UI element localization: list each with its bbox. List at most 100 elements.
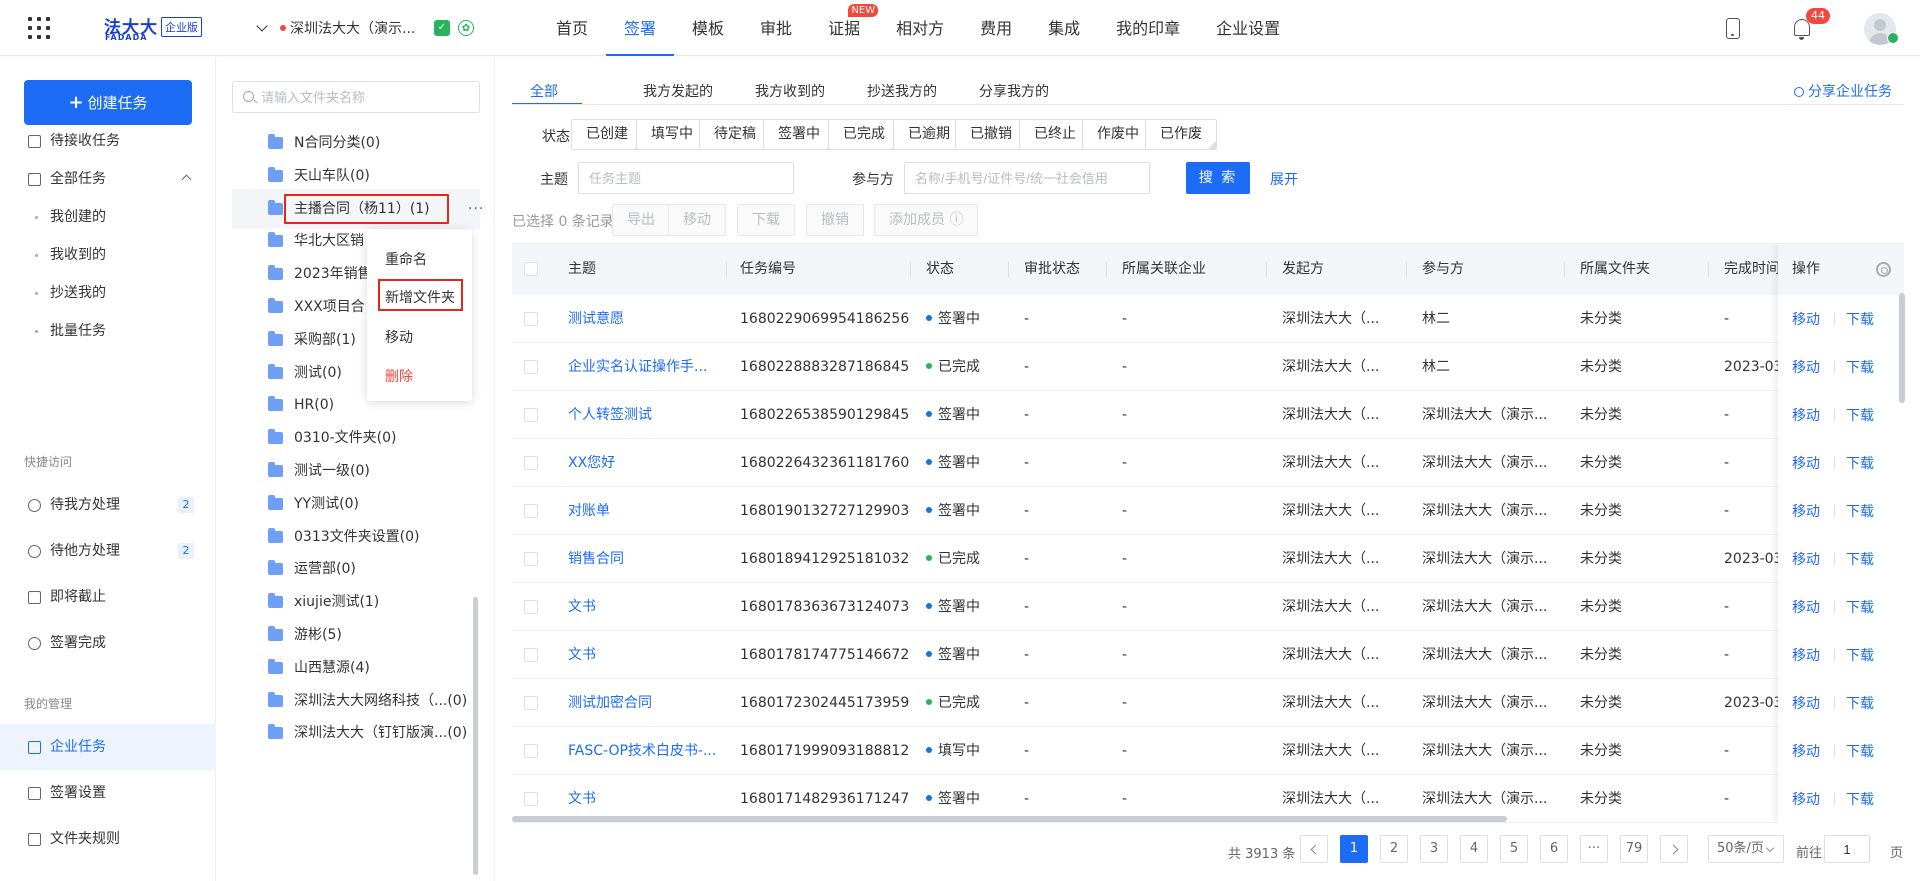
table-vertical-scrollbar[interactable] <box>1899 293 1905 403</box>
status-filter-chip[interactable]: 已完成 <box>828 119 900 150</box>
row-checkbox[interactable] <box>524 600 538 614</box>
share-enterprise-task-link[interactable]: 分享企业任务 <box>1794 81 1892 101</box>
move-link[interactable]: 移动 <box>1792 789 1820 809</box>
download-link[interactable]: 下载 <box>1846 741 1874 761</box>
delete-menu-item[interactable]: 删除 <box>385 366 413 386</box>
select-all-checkbox[interactable] <box>524 262 538 276</box>
folder-search-input[interactable] <box>261 82 475 112</box>
nav-item-7[interactable]: 集成 <box>1030 0 1098 56</box>
org-name[interactable]: 深圳法大大（演示... <box>290 18 415 38</box>
row-checkbox[interactable] <box>524 360 538 374</box>
table-row[interactable]: 测试加密合同 1680172302445173959 已完成 - - 深圳法大大（... 深… <box>512 679 1904 727</box>
nav-item-8[interactable]: 我的印章 <box>1098 0 1198 56</box>
rename-menu-item[interactable]: 重命名 <box>385 249 427 269</box>
move-link[interactable]: 移动 <box>1792 309 1820 329</box>
page-size-select[interactable]: 50条/页 <box>1708 835 1784 863</box>
nav-item-6[interactable]: 费用 <box>962 0 1030 56</box>
download-link[interactable]: 下载 <box>1846 597 1874 617</box>
sidebar-item-pending-mine[interactable]: 待我方处理 2 <box>0 485 216 525</box>
move-link[interactable]: 移动 <box>1792 549 1820 569</box>
page-button[interactable]: 4 <box>1460 835 1488 863</box>
page-button[interactable]: 5 <box>1500 835 1528 863</box>
sidebar-item-due-soon[interactable]: 即将截止 <box>0 577 216 617</box>
app-grid-icon[interactable] <box>28 17 50 39</box>
row-checkbox[interactable] <box>524 408 538 422</box>
sidebar-item-received[interactable]: 我收到的 <box>0 235 216 275</box>
cell-subject[interactable]: 企业实名认证操作手... <box>568 343 707 391</box>
cell-subject[interactable]: 对账单 <box>568 487 610 535</box>
sidebar-item-created-by-me[interactable]: 我创建的 <box>0 197 216 237</box>
download-link[interactable]: 下载 <box>1846 789 1874 809</box>
status-filter-chip[interactable]: 已撤销 <box>955 119 1027 150</box>
download-link[interactable]: 下载 <box>1846 501 1874 521</box>
table-row[interactable]: 文书 1680178363673124073 签署中 - - 深圳法大大（... 深圳法大大… <box>512 583 1904 631</box>
download-link[interactable]: 下载 <box>1846 309 1874 329</box>
table-row[interactable]: FASC-OP技术白皮书-... 1680171999093188812 填写中 - -… <box>512 727 1904 775</box>
status-filter-chip[interactable]: 填写中 <box>636 119 708 150</box>
row-checkbox[interactable] <box>524 456 538 470</box>
bulk-action-button[interactable]: 移动 <box>668 204 726 236</box>
status-filter-chip[interactable]: 已创建 <box>571 119 643 150</box>
cell-subject[interactable]: 文书 <box>568 631 596 679</box>
table-row[interactable]: 个人转签测试 1680226538590129845 签署中 - - 深圳法大大（... 深… <box>512 391 1904 439</box>
cell-subject[interactable]: 测试加密合同 <box>568 679 652 727</box>
folder-item[interactable]: 深圳法大大（钉钉版演...(0) <box>232 713 480 753</box>
page-button[interactable]: ··· <box>1580 835 1608 863</box>
sidebar-item-pending-receive[interactable]: 待接收任务 <box>0 121 216 161</box>
row-checkbox[interactable] <box>524 744 538 758</box>
chevron-up-icon[interactable] <box>181 174 192 185</box>
move-link[interactable]: 移动 <box>1792 357 1820 377</box>
goto-page-input[interactable] <box>1824 835 1870 863</box>
cell-subject[interactable]: 个人转签测试 <box>568 391 652 439</box>
nav-item-0[interactable]: 首页 <box>538 0 606 56</box>
nav-item-4[interactable]: 证据 NEW <box>810 0 879 56</box>
table-row[interactable]: 文书 1680178174775146672 签署中 - - 深圳法大大（... 深圳法大大… <box>512 631 1904 679</box>
org-switch-chevron-icon[interactable] <box>256 20 268 32</box>
page-button[interactable]: 2 <box>1380 835 1408 863</box>
cell-subject[interactable]: FASC-OP技术白皮书-... <box>568 727 716 775</box>
download-link[interactable]: 下载 <box>1846 453 1874 473</box>
sidebar-item-folder-rules[interactable]: 文件夹规则 <box>0 816 216 862</box>
tab-1[interactable]: 我方发起的 <box>643 81 713 101</box>
folder-list-scrollbar[interactable] <box>473 597 478 875</box>
download-link[interactable]: 下载 <box>1846 549 1874 569</box>
tab-4[interactable]: 分享我方的 <box>979 81 1049 101</box>
move-link[interactable]: 移动 <box>1792 501 1820 521</box>
nav-item-1[interactable]: 签署 <box>606 0 675 56</box>
next-page-button[interactable] <box>1660 835 1688 863</box>
participant-input[interactable] <box>904 162 1150 194</box>
download-link[interactable]: 下载 <box>1846 645 1874 665</box>
page-button[interactable]: 1 <box>1340 835 1368 863</box>
move-link[interactable]: 移动 <box>1792 405 1820 425</box>
row-checkbox[interactable] <box>524 504 538 518</box>
expand-filters-link[interactable]: 展开 <box>1270 169 1298 189</box>
download-link[interactable]: 下载 <box>1846 357 1874 377</box>
page-button[interactable]: 79 <box>1620 835 1648 863</box>
page-button[interactable]: 6 <box>1540 835 1568 863</box>
nav-item-5[interactable]: 相对方 <box>878 0 962 56</box>
move-link[interactable]: 移动 <box>1792 597 1820 617</box>
subject-input[interactable] <box>578 162 794 194</box>
nav-item-9[interactable]: 企业设置 <box>1198 0 1298 56</box>
sidebar-item-batch-tasks[interactable]: 批量任务 <box>0 311 216 351</box>
row-checkbox[interactable] <box>524 648 538 662</box>
prev-page-button[interactable] <box>1300 835 1328 863</box>
cell-subject[interactable]: XX您好 <box>568 439 615 487</box>
sidebar-item-sign-settings[interactable]: 签署设置 <box>0 770 216 816</box>
move-link[interactable]: 移动 <box>1792 693 1820 713</box>
download-link[interactable]: 下载 <box>1846 693 1874 713</box>
table-row[interactable]: 测试意愿 1680229069954186256 签署中 - - 深圳法大大（... 林二 未… <box>512 295 1904 343</box>
tab-0[interactable]: 全部 <box>530 81 558 101</box>
sidebar-item-pending-others[interactable]: 待他方处理 2 <box>0 531 216 571</box>
row-checkbox[interactable] <box>524 792 538 806</box>
nav-item-2[interactable]: 模板 <box>674 0 742 56</box>
status-filter-chip[interactable]: 已终止 <box>1019 119 1091 150</box>
sidebar-item-enterprise-tasks[interactable]: 企业任务 <box>0 724 216 770</box>
download-link[interactable]: 下载 <box>1846 405 1874 425</box>
row-checkbox[interactable] <box>524 552 538 566</box>
table-row[interactable]: 企业实名认证操作手... 1680228883287186845 已完成 - - 深圳法大… <box>512 343 1904 391</box>
move-link[interactable]: 移动 <box>1792 453 1820 473</box>
tab-3[interactable]: 抄送我方的 <box>867 81 937 101</box>
row-checkbox[interactable] <box>524 312 538 326</box>
status-filter-chip[interactable]: 签署中 <box>763 119 835 150</box>
